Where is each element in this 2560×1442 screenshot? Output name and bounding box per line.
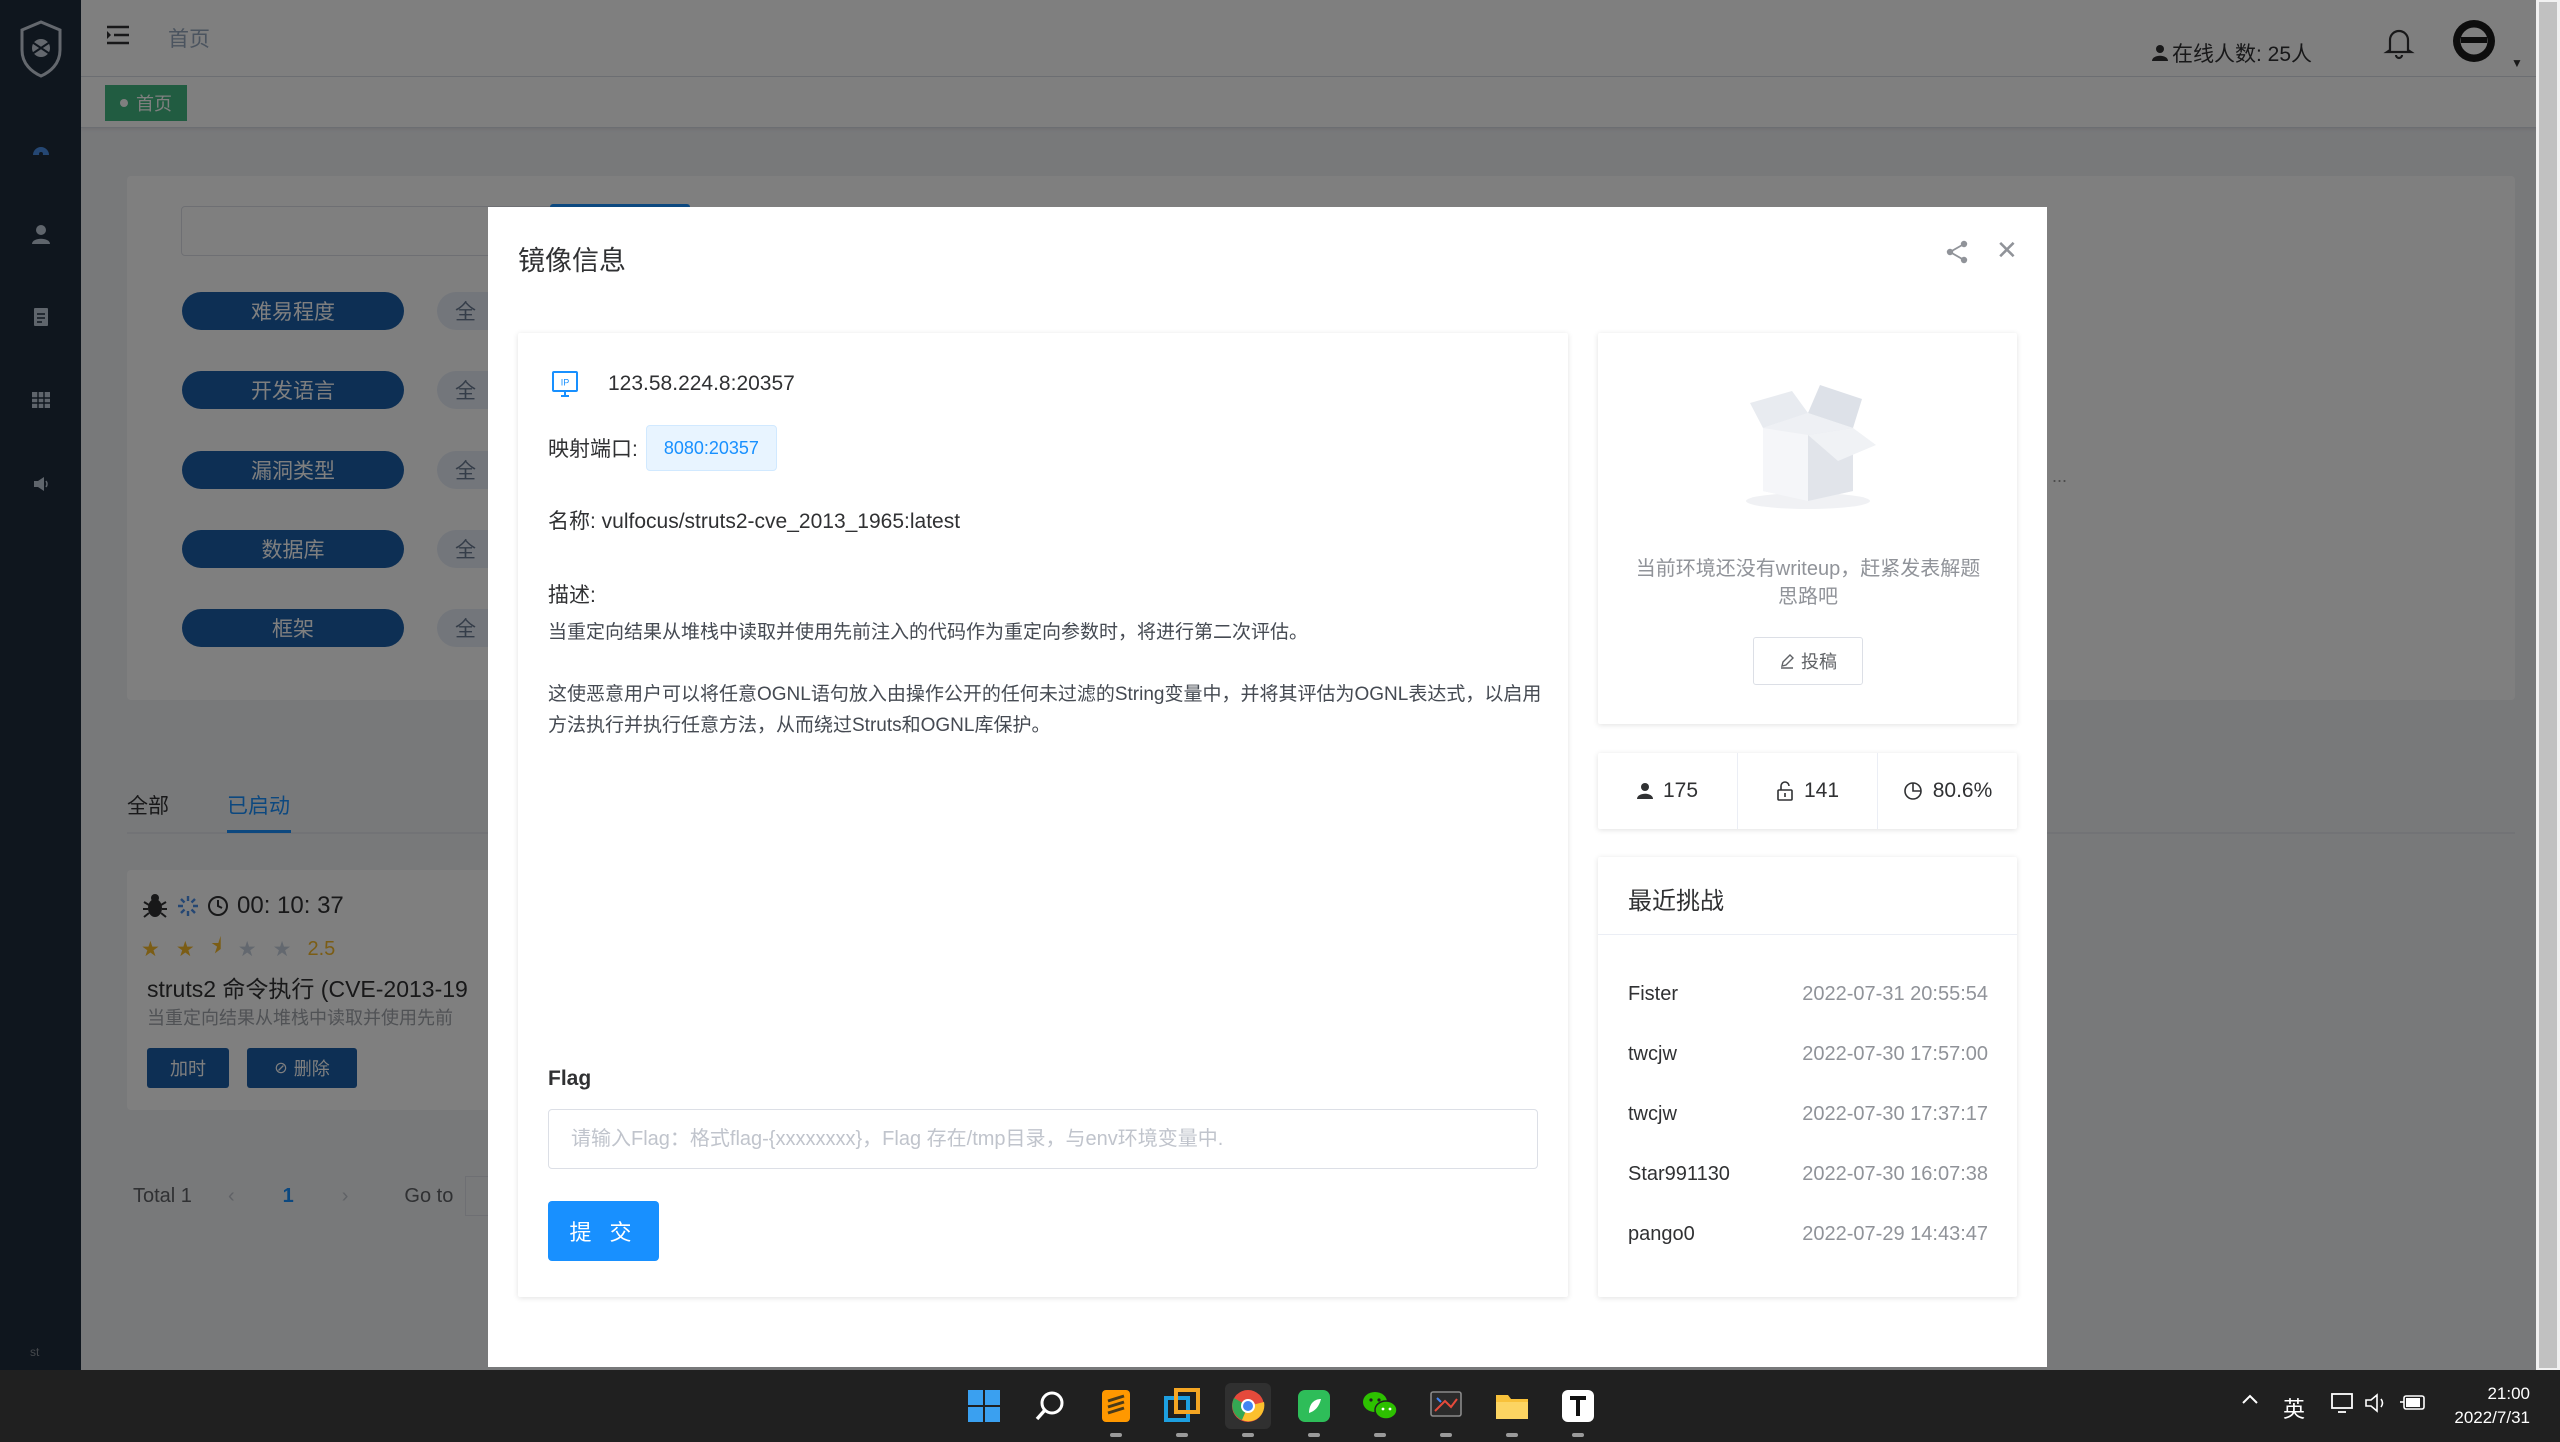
ip-monitor-icon: IP bbox=[552, 371, 578, 397]
sublime-text-icon[interactable] bbox=[1093, 1383, 1139, 1437]
submit-writeup-label: 投稿 bbox=[1801, 652, 1837, 672]
chevron-up-icon bbox=[2242, 1394, 2258, 1404]
image-detail-panel: IP 123.58.224.8:20357 映射端口: 8080:20357 名… bbox=[518, 333, 1568, 1297]
challenge-user: twcjw bbox=[1628, 1103, 1677, 1125]
stat-users-value: 175 bbox=[1662, 779, 1699, 802]
stat-users: 175 bbox=[1598, 753, 1738, 829]
ip-address[interactable]: 123.58.224.8:20357 bbox=[608, 372, 795, 396]
windows-logo-icon bbox=[968, 1390, 1000, 1422]
image-info-dialog: 镜像信息 ✕ IP 123.58.224.8:20357 映射端口: 8080:… bbox=[488, 207, 2047, 1367]
page-scrollbar[interactable] bbox=[2536, 0, 2560, 1370]
input-method-indicator[interactable]: 英 bbox=[2283, 1392, 2305, 1424]
tray-overflow-icon[interactable] bbox=[2240, 1392, 2260, 1406]
ip-icon-text: IP bbox=[561, 378, 570, 388]
folder-icon bbox=[1496, 1395, 1528, 1419]
challenge-time: 2022-07-30 16:07:38 bbox=[1802, 1163, 1988, 1185]
pie-chart-icon bbox=[1903, 782, 1922, 800]
image-name: 名称: vulfocus/struts2-cve_2013_1965:lates… bbox=[548, 510, 961, 533]
file-explorer-icon[interactable] bbox=[1489, 1383, 1535, 1437]
scrollbar-thumb[interactable] bbox=[2539, 2, 2557, 1368]
list-item: twcjw 2022-07-30 17:57:00 bbox=[1628, 1043, 1988, 1066]
list-item: Fister 2022-07-31 20:55:54 bbox=[1628, 983, 1988, 1006]
battery-charging-icon bbox=[2400, 1395, 2425, 1410]
windows-taskbar: 英 21:00 2022/7/31 bbox=[0, 1370, 2560, 1442]
system-clock[interactable]: 21:00 2022/7/31 bbox=[2450, 1382, 2530, 1430]
paint-icon[interactable] bbox=[1423, 1383, 1469, 1437]
clock-date: 2022/7/31 bbox=[2454, 1408, 2530, 1427]
unlock-icon bbox=[1777, 781, 1793, 801]
typora-logo-icon bbox=[1562, 1390, 1594, 1422]
close-icon[interactable]: ✕ bbox=[1996, 237, 2018, 263]
stat-solved-value: 141 bbox=[1803, 779, 1840, 802]
empty-box-illustration-icon bbox=[1746, 385, 1876, 509]
challenge-time: 2022-07-30 17:57:00 bbox=[1802, 1043, 1988, 1065]
flag-input[interactable] bbox=[548, 1109, 1538, 1169]
green-app-logo-icon bbox=[1298, 1390, 1330, 1422]
stat-rate: 80.6% bbox=[1878, 753, 2017, 829]
port-mapping-tag: 8080:20357 bbox=[645, 425, 777, 471]
recent-challenges-title: 最近挑战 bbox=[1598, 857, 2017, 935]
empty-writeup-message: 当前环境还没有writeup，赶紧发表解题思路吧 bbox=[1635, 558, 1981, 608]
stat-solved: 141 bbox=[1738, 753, 1878, 829]
challenge-time: 2022-07-29 14:43:47 bbox=[1802, 1223, 1988, 1245]
search-icon[interactable] bbox=[1027, 1383, 1073, 1429]
challenge-user: Star991130 bbox=[1628, 1163, 1730, 1185]
challenge-user: pango0 bbox=[1628, 1223, 1695, 1245]
share-icon[interactable] bbox=[1944, 239, 1970, 265]
list-item: twcjw 2022-07-30 17:37:17 bbox=[1628, 1103, 1988, 1126]
chrome-icon[interactable] bbox=[1225, 1383, 1271, 1437]
edit-pencil-icon bbox=[1781, 654, 1794, 669]
list-item: Star991130 2022-07-30 16:07:38 bbox=[1628, 1163, 1988, 1186]
vmware-icon[interactable] bbox=[1159, 1383, 1205, 1437]
challenge-user: twcjw bbox=[1628, 1043, 1677, 1065]
challenge-time: 2022-07-31 20:55:54 bbox=[1802, 983, 1988, 1005]
flag-label: Flag bbox=[548, 1067, 592, 1090]
port-label: 映射端口: bbox=[548, 438, 638, 461]
ip-row: IP 123.58.224.8:20357 bbox=[550, 369, 795, 399]
challenge-time: 2022-07-30 17:37:17 bbox=[1802, 1103, 1988, 1125]
port-row: 映射端口: 8080:20357 bbox=[548, 425, 777, 471]
stat-rate-value: 80.6% bbox=[1932, 779, 1993, 802]
list-item: pango0 2022-07-29 14:43:47 bbox=[1628, 1223, 1988, 1246]
sublime-logo-icon bbox=[1102, 1390, 1130, 1422]
description-text: 当重定向结果从堆栈中读取并使用先前注入的代码作为重定向参数时，将进行第二次评估。 bbox=[548, 622, 1309, 643]
network-monitor-icon bbox=[2331, 1393, 2353, 1413]
app-green-icon[interactable] bbox=[1291, 1383, 1337, 1437]
magnifier-icon bbox=[1035, 1391, 1064, 1421]
wechat-logo-icon bbox=[1363, 1392, 1398, 1420]
network-icon[interactable] bbox=[2330, 1392, 2356, 1414]
chrome-logo-icon bbox=[1232, 1390, 1265, 1422]
description-text: 这使恶意用户可以将任意OGNL语句放入由操作公开的任何未过滤的String变量中… bbox=[548, 684, 1542, 736]
volume-icon[interactable] bbox=[2364, 1392, 2388, 1414]
vmware-logo-icon bbox=[1164, 1388, 1200, 1422]
user-icon bbox=[1636, 783, 1653, 799]
paint-logo-icon bbox=[1430, 1391, 1462, 1417]
challenge-user: Fister bbox=[1628, 983, 1678, 1005]
submit-writeup-button[interactable]: 投稿 bbox=[1753, 637, 1863, 685]
stats-panel: 175 141 80.6% bbox=[1598, 753, 2017, 829]
speaker-volume-icon bbox=[2365, 1393, 2384, 1413]
typora-icon[interactable] bbox=[1555, 1383, 1601, 1437]
writeup-panel: 当前环境还没有writeup，赶紧发表解题思路吧 投稿 bbox=[1598, 333, 2017, 724]
dialog-title: 镜像信息 bbox=[518, 246, 626, 276]
clock-time: 21:00 bbox=[2487, 1384, 2530, 1403]
description-label: 描述: bbox=[548, 584, 596, 607]
start-icon[interactable] bbox=[961, 1383, 1007, 1429]
submit-button[interactable]: 提 交 bbox=[548, 1201, 659, 1261]
recent-challenges-panel: 最近挑战 Fister 2022-07-31 20:55:54 twcjw 20… bbox=[1598, 857, 2017, 1297]
wechat-icon[interactable] bbox=[1357, 1383, 1403, 1437]
battery-icon[interactable] bbox=[2400, 1392, 2428, 1412]
